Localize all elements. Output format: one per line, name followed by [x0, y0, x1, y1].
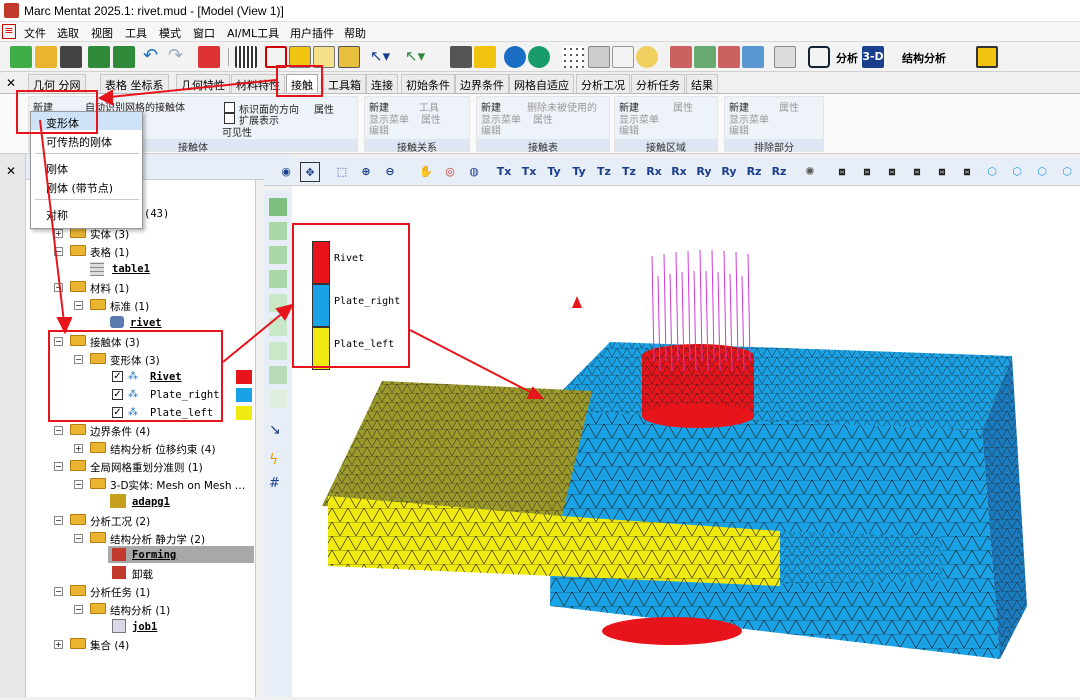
annotation-arrows — [39, 79, 545, 399]
